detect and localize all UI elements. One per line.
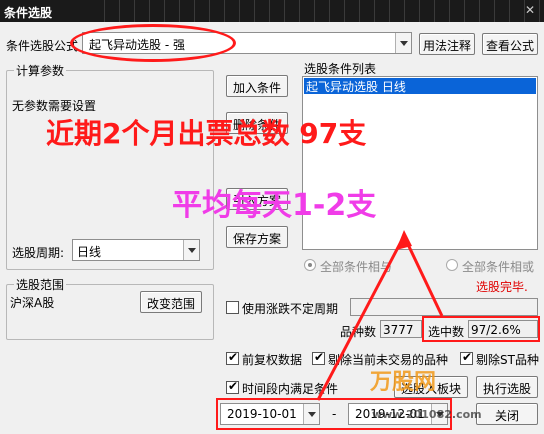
arrow-to-selected-count (402, 235, 444, 317)
watermark-url: www.201082.com (372, 408, 482, 421)
watermark-logo: 万股网 (370, 370, 437, 395)
subline-annotation: 平均每天1-2支 (172, 188, 377, 223)
headline-annotation: 近期2个月出票总数 97支 (46, 117, 367, 150)
condition-stock-picker-window: 条件选股 ✕ 条件选股公式 起飞异动选股 - 强 用法注释 查看公式 计算参数 … (0, 0, 544, 434)
